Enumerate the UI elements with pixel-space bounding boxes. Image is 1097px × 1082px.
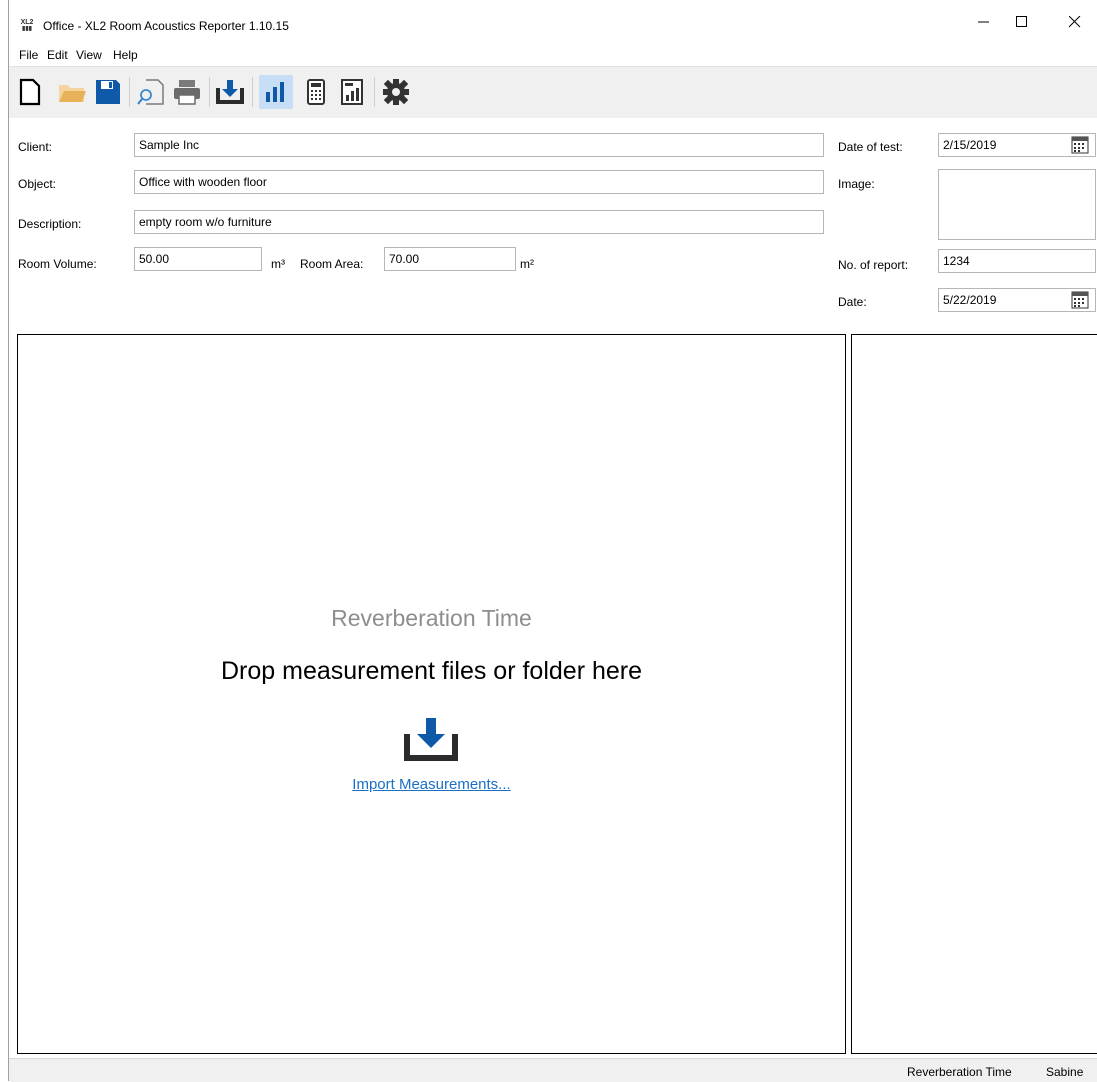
drop-zone-message: Drop measurement files or folder here	[220, 657, 643, 685]
report-number-label: No. of report:	[838, 258, 909, 272]
save-button[interactable]	[91, 75, 125, 109]
side-panel	[851, 334, 1097, 1054]
print-icon	[174, 80, 200, 105]
status-mode: Reverberation Time	[907, 1065, 1012, 1079]
room-volume-unit: m³	[271, 257, 285, 271]
room-area-field[interactable]: 70.00	[384, 247, 516, 271]
room-volume-field[interactable]: 50.00	[134, 247, 262, 271]
save-icon	[96, 80, 120, 104]
window-title: Office - XL2 Room Acoustics Reporter 1.1…	[43, 19, 289, 33]
date-of-test-value: 2/15/2019	[943, 138, 997, 152]
status-bar: Reverberation Time Sabine	[9, 1058, 1097, 1082]
maximize-icon	[1016, 16, 1027, 27]
bar-chart-icon	[266, 82, 284, 102]
object-label: Object:	[18, 177, 57, 191]
client-label: Client:	[18, 140, 53, 154]
app-logo-icon: XL2 ▮▮▮	[20, 19, 34, 32]
app-window: XL2 ▮▮▮ Office - XL2 Room Acoustics Repo…	[8, 0, 1097, 1082]
title-bar: XL2 ▮▮▮ Office - XL2 Room Acoustics Repo…	[9, 0, 1097, 44]
date-value: 5/22/2019	[943, 293, 997, 307]
chart-view-button[interactable]	[259, 75, 293, 109]
calendar-icon[interactable]	[1071, 136, 1089, 154]
open-folder-icon	[59, 85, 86, 102]
open-button[interactable]	[55, 75, 89, 109]
toolbar	[9, 66, 1097, 119]
description-label: Description:	[18, 217, 82, 231]
report-number-field[interactable]: 1234	[938, 249, 1096, 273]
settings-button[interactable]	[379, 75, 413, 109]
menu-view[interactable]: View	[76, 48, 102, 62]
image-label: Image:	[838, 177, 875, 191]
measurement-drop-zone[interactable]: Reverberation Time Drop measurement file…	[17, 334, 846, 1054]
drop-zone-title: Reverberation Time	[331, 605, 532, 631]
report-icon	[341, 79, 363, 105]
print-preview-icon	[137, 79, 164, 105]
menu-bar: File Edit View Help	[9, 44, 1097, 64]
toolbar-separator	[252, 77, 253, 107]
import-icon	[216, 80, 244, 104]
room-area-label: Room Area:	[300, 257, 364, 271]
print-button[interactable]	[170, 75, 204, 109]
settings-gear-icon	[383, 79, 409, 105]
calendar-icon[interactable]	[1071, 291, 1089, 309]
import-measurements-link[interactable]: Import Measurements...	[18, 776, 845, 793]
menu-edit[interactable]: Edit	[47, 48, 68, 62]
status-method: Sabine	[1046, 1065, 1084, 1079]
object-field[interactable]: Office with wooden floor	[134, 170, 824, 194]
client-field[interactable]: Sample Inc	[134, 133, 824, 157]
calculator-icon	[307, 79, 325, 105]
toolbar-separator	[129, 77, 130, 107]
menu-file[interactable]: File	[19, 48, 38, 62]
minimize-icon	[978, 21, 989, 23]
calculator-button[interactable]	[299, 75, 333, 109]
maximize-button[interactable]	[999, 0, 1045, 44]
print-preview-button[interactable]	[134, 75, 168, 109]
toolbar-separator	[374, 77, 375, 107]
report-header-form: Client: Sample Inc Object: Office with w…	[9, 118, 1097, 330]
close-button[interactable]	[1052, 0, 1097, 44]
date-of-test-label: Date of test:	[838, 140, 903, 154]
import-button[interactable]	[213, 75, 247, 109]
import-tray-icon[interactable]	[404, 716, 458, 762]
new-document-icon	[19, 78, 41, 106]
menu-help[interactable]: Help	[113, 48, 138, 62]
close-icon	[1069, 16, 1081, 28]
image-box[interactable]	[938, 169, 1096, 240]
description-field[interactable]: empty room w/o furniture	[134, 210, 824, 234]
report-button[interactable]	[335, 75, 369, 109]
date-label: Date:	[838, 295, 867, 309]
toolbar-separator	[209, 77, 210, 107]
new-button[interactable]	[13, 75, 47, 109]
room-area-unit: m²	[520, 257, 534, 271]
room-volume-label: Room Volume:	[18, 257, 97, 271]
